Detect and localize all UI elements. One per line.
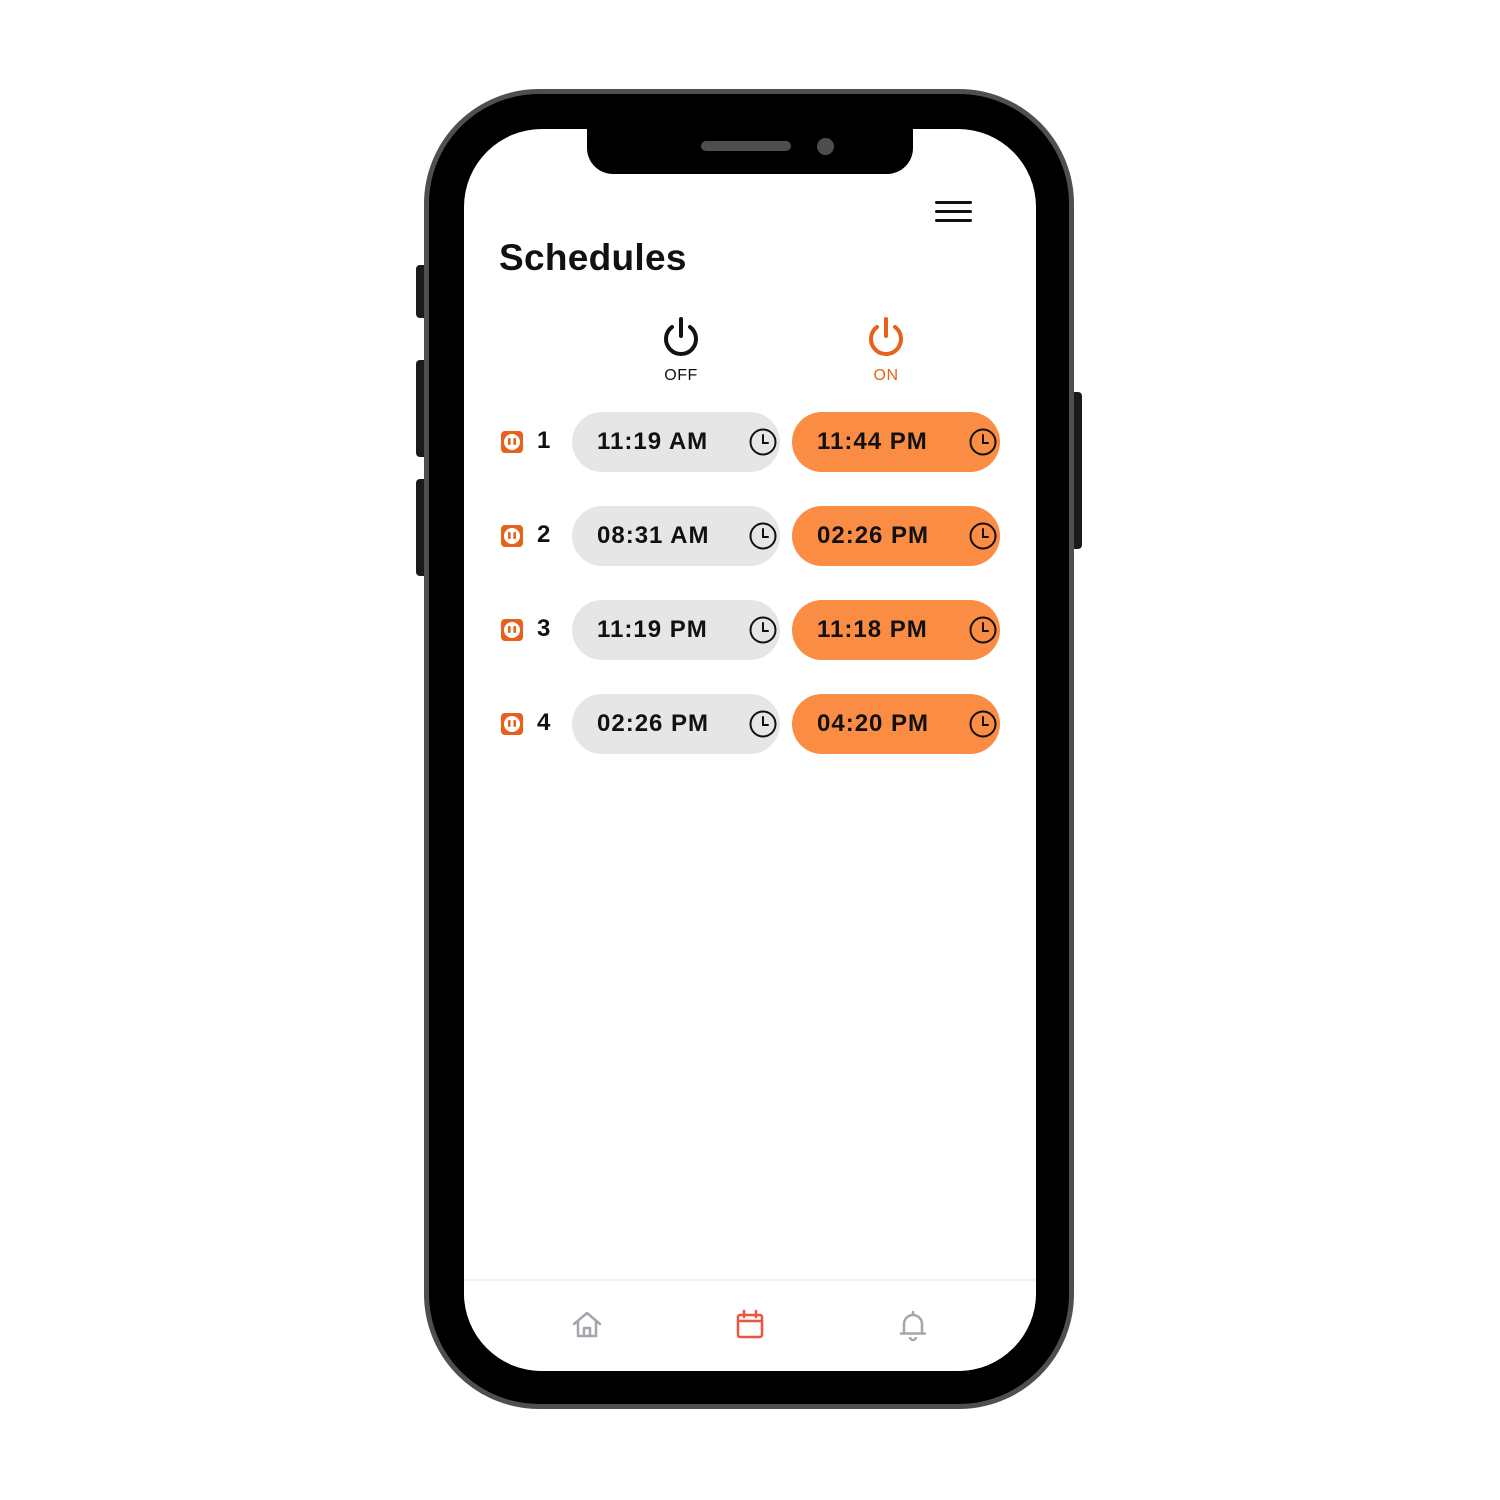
hamburger-icon-line: [935, 219, 972, 222]
outlet-icon: [501, 525, 523, 547]
clock-icon: [969, 616, 997, 644]
on-label: ON: [873, 367, 899, 384]
outlet-icon: [501, 619, 523, 641]
hamburger-icon: [935, 201, 972, 204]
clock-icon: [969, 522, 997, 550]
speaker: [701, 141, 791, 151]
menu-button[interactable]: [928, 195, 978, 231]
clock-icon: [969, 428, 997, 456]
hamburger-icon-line: [935, 210, 972, 213]
clock-icon: [749, 616, 777, 644]
off-label: OFF: [664, 367, 698, 384]
on-time: 02:26 PM: [817, 522, 930, 549]
schedule-row: 3 11:19 PM 11:18 PM: [464, 600, 1036, 660]
power-icon: [664, 317, 698, 356]
power-icon: [869, 317, 903, 356]
off-time: 11:19 AM: [597, 428, 709, 455]
schedule-number: 2: [537, 521, 551, 548]
on-time-button[interactable]: 11:44 PM: [792, 412, 1000, 472]
on-time-button[interactable]: 04:20 PM: [792, 694, 1000, 754]
on-column-header: ON: [846, 315, 926, 385]
off-time: 02:26 PM: [597, 710, 710, 737]
on-time: 11:44 PM: [817, 428, 928, 455]
calendar-icon: [736, 1309, 764, 1339]
nav-home[interactable]: [567, 1305, 607, 1345]
off-time-button[interactable]: 11:19 AM: [572, 412, 780, 472]
home-icon: [572, 1311, 602, 1338]
clock-icon: [749, 522, 777, 550]
schedule-row: 1 11:19 AM 11:44 PM: [464, 412, 1036, 472]
schedule-number: 4: [537, 709, 551, 736]
on-time: 04:20 PM: [817, 710, 930, 737]
on-time-button[interactable]: 11:18 PM: [792, 600, 1000, 660]
notch: [587, 129, 913, 174]
stage: Schedules OFF ON 1 11:19 AM 11:44 PM 2 0…: [0, 0, 1500, 1500]
schedule-row: 4 02:26 PM 04:20 PM: [464, 694, 1036, 754]
app-screen: Schedules OFF ON 1 11:19 AM 11:44 PM 2 0…: [464, 129, 1036, 1371]
bell-icon: [899, 1310, 927, 1342]
nav-notifications[interactable]: [893, 1305, 933, 1345]
clock-icon: [969, 710, 997, 738]
off-time: 11:19 PM: [597, 616, 708, 643]
clock-icon: [749, 710, 777, 738]
front-camera: [817, 138, 834, 155]
outlet-icon: [501, 431, 523, 453]
off-time-button[interactable]: 02:26 PM: [572, 694, 780, 754]
off-time-button[interactable]: 11:19 PM: [572, 600, 780, 660]
outlet-icon: [501, 713, 523, 735]
nav-schedules[interactable]: [730, 1305, 770, 1345]
bottom-nav: [464, 1279, 1036, 1371]
clock-icon: [749, 428, 777, 456]
on-time-button[interactable]: 02:26 PM: [792, 506, 1000, 566]
schedule-number: 3: [537, 615, 551, 642]
off-time-button[interactable]: 08:31 AM: [572, 506, 780, 566]
schedule-number: 1: [537, 427, 551, 454]
schedule-row: 2 08:31 AM 02:26 PM: [464, 506, 1036, 566]
off-column-header: OFF: [641, 315, 721, 385]
page-title: Schedules: [499, 237, 687, 278]
off-time: 08:31 AM: [597, 522, 710, 549]
on-time: 11:18 PM: [817, 616, 928, 643]
